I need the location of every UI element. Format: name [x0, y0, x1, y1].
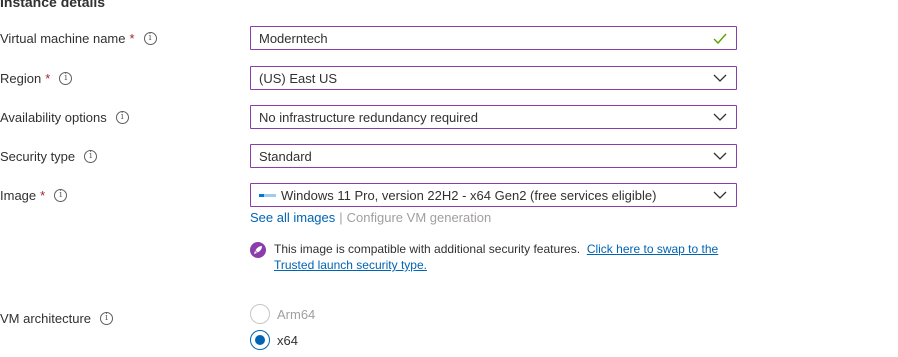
- availability-dropdown[interactable]: No infrastructure redundancy required: [250, 105, 737, 129]
- required-marker: *: [129, 31, 135, 46]
- image-value[interactable]: Windows 11 Pro, version 22H2 - x64 Gen2 …: [281, 188, 708, 203]
- region-dropdown[interactable]: (US) East US: [250, 66, 737, 90]
- required-marker: *: [45, 71, 51, 86]
- link-separator: |: [339, 210, 343, 225]
- availability-label-text: Availability options: [0, 110, 107, 125]
- image-label: Image * i: [0, 188, 68, 203]
- vm-architecture-label-text: VM architecture: [0, 311, 92, 326]
- availability-label: Availability options i: [0, 110, 129, 125]
- radio-button-x64[interactable]: [250, 330, 270, 350]
- image-label-text: Image: [0, 188, 37, 203]
- vm-architecture-radio-group: Arm64 x64: [250, 304, 315, 356]
- security-type-label: Security type i: [0, 149, 98, 164]
- image-links: See all images | Configure VM generation: [250, 210, 491, 225]
- info-text: This image is compatible with additional…: [274, 241, 730, 273]
- chevron-down-icon[interactable]: [708, 184, 732, 206]
- instance-details-page: Instance details Virtual machine name * …: [0, 0, 898, 357]
- radio-arm64: Arm64: [250, 304, 315, 324]
- vm-architecture-label: VM architecture i: [0, 311, 114, 326]
- security-info-message: This image is compatible with additional…: [250, 241, 730, 273]
- chevron-down-icon[interactable]: [708, 145, 732, 167]
- vm-name-input[interactable]: Moderntech: [250, 26, 737, 50]
- radio-x64[interactable]: x64: [250, 330, 315, 350]
- image-dropdown[interactable]: Windows 11 Pro, version 22H2 - x64 Gen2 …: [250, 183, 737, 207]
- vm-name-label-text: Virtual machine name: [0, 31, 126, 46]
- configure-vm-generation-link: Configure VM generation: [346, 210, 492, 225]
- info-icon[interactable]: i: [143, 32, 157, 45]
- section-title: Instance details: [0, 0, 106, 10]
- rocket-icon: [250, 242, 266, 258]
- region-value[interactable]: (US) East US: [259, 71, 708, 86]
- info-icon[interactable]: i: [84, 150, 98, 163]
- region-label: Region * i: [0, 71, 73, 86]
- availability-value[interactable]: No infrastructure redundancy required: [259, 110, 708, 125]
- check-icon: [708, 27, 732, 49]
- info-icon[interactable]: i: [54, 189, 68, 202]
- security-type-dropdown[interactable]: Standard: [250, 144, 737, 168]
- info-icon[interactable]: i: [100, 312, 114, 325]
- required-marker: *: [40, 188, 46, 203]
- see-all-images-link[interactable]: See all images: [250, 210, 335, 225]
- security-type-label-text: Security type: [0, 149, 76, 164]
- vm-name-label: Virtual machine name * i: [0, 31, 157, 46]
- chevron-down-icon[interactable]: [708, 67, 732, 89]
- radio-button-arm64: [250, 304, 270, 324]
- radio-label-x64[interactable]: x64: [277, 333, 298, 348]
- info-icon[interactable]: i: [115, 111, 129, 124]
- chevron-down-icon[interactable]: [708, 106, 732, 128]
- info-message-text: This image is compatible with additional…: [274, 242, 581, 256]
- security-type-value[interactable]: Standard: [259, 149, 708, 164]
- windows-os-icon: [259, 193, 276, 197]
- vm-name-value[interactable]: Moderntech: [259, 31, 708, 46]
- radio-label-arm64: Arm64: [277, 306, 316, 322]
- info-icon[interactable]: i: [59, 72, 73, 85]
- region-label-text: Region: [0, 71, 42, 86]
